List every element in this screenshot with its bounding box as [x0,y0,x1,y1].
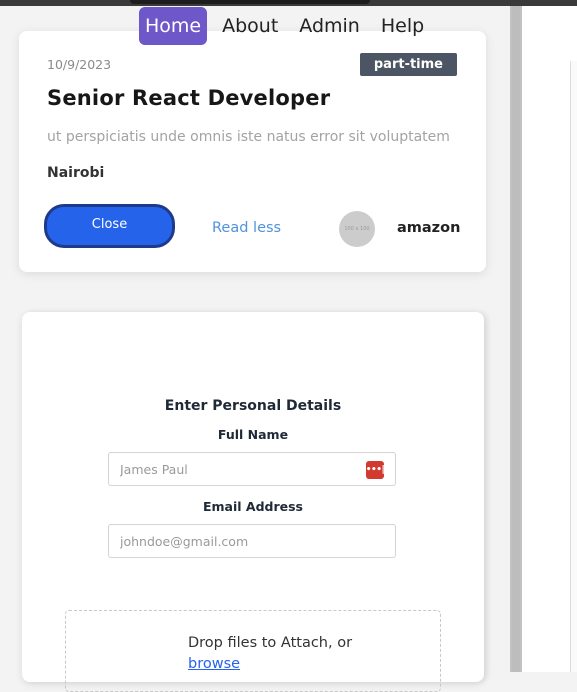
file-dropzone[interactable]: Drop files to Attach, or browse [65,610,441,692]
form-title: Enter Personal Details [164,398,342,414]
nav-admin[interactable]: Admin [293,7,366,45]
nav-about[interactable]: About [216,7,284,45]
job-location: Nairobi [47,165,105,181]
read-less-link[interactable]: Read less [212,220,281,236]
nav-home[interactable]: Home [139,7,208,45]
job-date: 10/9/2023 [47,57,112,72]
nav-help[interactable]: Help [375,7,430,45]
browse-link[interactable]: browse [188,656,240,672]
scrollbar-thumb[interactable] [512,6,520,672]
password-manager-icon[interactable]: •••| [365,461,385,479]
company-logo: 100 x 100 [339,211,375,247]
email-input[interactable] [108,524,396,558]
password-manager-icon-glyph: •••| [365,464,385,475]
job-type-badge: part-time [359,53,457,76]
main-nav: Home About Admin Help [139,7,439,45]
company-name: amazon [397,220,461,236]
job-description: ut perspiciatis unde omnis iste natus er… [47,129,450,145]
close-button[interactable]: Close [44,204,175,248]
full-name-input[interactable] [108,452,396,486]
dropzone-text: Drop files to Attach, or [188,635,353,651]
email-label: Email Address [202,499,303,514]
job-card: 10/9/2023 part-time Senior React Develop… [19,31,486,272]
job-title: Senior React Developer [47,86,331,110]
full-name-label: Full Name [217,427,289,442]
side-pane [522,6,577,672]
side-pane-edge [570,61,577,672]
browser-tab-strip [130,0,370,4]
personal-details-form: Enter Personal Details Full Name •••| Em… [22,312,484,692]
